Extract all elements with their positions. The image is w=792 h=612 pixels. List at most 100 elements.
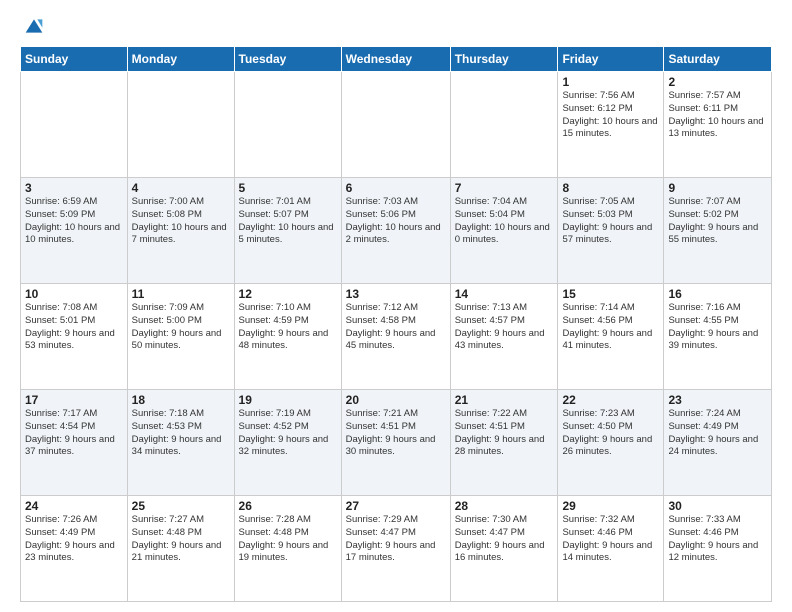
day-cell: 11Sunrise: 7:09 AM Sunset: 5:00 PM Dayli… (127, 284, 234, 390)
day-info: Sunrise: 7:00 AM Sunset: 5:08 PM Dayligh… (132, 196, 230, 247)
day-info: Sunrise: 7:27 AM Sunset: 4:48 PM Dayligh… (132, 514, 230, 565)
day-info: Sunrise: 7:23 AM Sunset: 4:50 PM Dayligh… (562, 408, 659, 459)
week-row-4: 24Sunrise: 7:26 AM Sunset: 4:49 PM Dayli… (21, 496, 772, 602)
day-number: 8 (562, 181, 659, 195)
day-info: Sunrise: 7:12 AM Sunset: 4:58 PM Dayligh… (346, 302, 446, 353)
day-cell: 26Sunrise: 7:28 AM Sunset: 4:48 PM Dayli… (234, 496, 341, 602)
day-number: 6 (346, 181, 446, 195)
week-row-3: 17Sunrise: 7:17 AM Sunset: 4:54 PM Dayli… (21, 390, 772, 496)
day-cell: 28Sunrise: 7:30 AM Sunset: 4:47 PM Dayli… (450, 496, 558, 602)
day-number: 27 (346, 499, 446, 513)
weekday-wednesday: Wednesday (341, 47, 450, 72)
day-info: Sunrise: 7:03 AM Sunset: 5:06 PM Dayligh… (346, 196, 446, 247)
day-cell: 7Sunrise: 7:04 AM Sunset: 5:04 PM Daylig… (450, 178, 558, 284)
day-cell (127, 72, 234, 178)
day-number: 15 (562, 287, 659, 301)
day-cell: 14Sunrise: 7:13 AM Sunset: 4:57 PM Dayli… (450, 284, 558, 390)
day-info: Sunrise: 7:13 AM Sunset: 4:57 PM Dayligh… (455, 302, 554, 353)
day-info: Sunrise: 7:26 AM Sunset: 4:49 PM Dayligh… (25, 514, 123, 565)
day-cell: 17Sunrise: 7:17 AM Sunset: 4:54 PM Dayli… (21, 390, 128, 496)
day-number: 29 (562, 499, 659, 513)
day-number: 14 (455, 287, 554, 301)
day-cell: 12Sunrise: 7:10 AM Sunset: 4:59 PM Dayli… (234, 284, 341, 390)
day-info: Sunrise: 7:14 AM Sunset: 4:56 PM Dayligh… (562, 302, 659, 353)
day-cell: 16Sunrise: 7:16 AM Sunset: 4:55 PM Dayli… (664, 284, 772, 390)
weekday-saturday: Saturday (664, 47, 772, 72)
day-cell: 15Sunrise: 7:14 AM Sunset: 4:56 PM Dayli… (558, 284, 664, 390)
day-cell: 19Sunrise: 7:19 AM Sunset: 4:52 PM Dayli… (234, 390, 341, 496)
day-cell: 18Sunrise: 7:18 AM Sunset: 4:53 PM Dayli… (127, 390, 234, 496)
day-cell: 6Sunrise: 7:03 AM Sunset: 5:06 PM Daylig… (341, 178, 450, 284)
weekday-sunday: Sunday (21, 47, 128, 72)
logo-icon (24, 16, 44, 36)
day-cell: 1Sunrise: 7:56 AM Sunset: 6:12 PM Daylig… (558, 72, 664, 178)
day-number: 28 (455, 499, 554, 513)
day-info: Sunrise: 7:30 AM Sunset: 4:47 PM Dayligh… (455, 514, 554, 565)
day-info: Sunrise: 7:07 AM Sunset: 5:02 PM Dayligh… (668, 196, 767, 247)
day-info: Sunrise: 7:18 AM Sunset: 4:53 PM Dayligh… (132, 408, 230, 459)
day-number: 26 (239, 499, 337, 513)
day-cell: 23Sunrise: 7:24 AM Sunset: 4:49 PM Dayli… (664, 390, 772, 496)
day-info: Sunrise: 7:04 AM Sunset: 5:04 PM Dayligh… (455, 196, 554, 247)
day-cell: 13Sunrise: 7:12 AM Sunset: 4:58 PM Dayli… (341, 284, 450, 390)
day-number: 16 (668, 287, 767, 301)
day-cell (21, 72, 128, 178)
day-number: 30 (668, 499, 767, 513)
day-number: 11 (132, 287, 230, 301)
day-cell: 22Sunrise: 7:23 AM Sunset: 4:50 PM Dayli… (558, 390, 664, 496)
day-cell: 20Sunrise: 7:21 AM Sunset: 4:51 PM Dayli… (341, 390, 450, 496)
weekday-thursday: Thursday (450, 47, 558, 72)
weekday-monday: Monday (127, 47, 234, 72)
day-number: 5 (239, 181, 337, 195)
day-info: Sunrise: 7:10 AM Sunset: 4:59 PM Dayligh… (239, 302, 337, 353)
day-info: Sunrise: 7:21 AM Sunset: 4:51 PM Dayligh… (346, 408, 446, 459)
day-info: Sunrise: 7:09 AM Sunset: 5:00 PM Dayligh… (132, 302, 230, 353)
day-cell: 3Sunrise: 6:59 AM Sunset: 5:09 PM Daylig… (21, 178, 128, 284)
day-number: 18 (132, 393, 230, 407)
day-info: Sunrise: 7:57 AM Sunset: 6:11 PM Dayligh… (668, 90, 767, 141)
day-cell: 9Sunrise: 7:07 AM Sunset: 5:02 PM Daylig… (664, 178, 772, 284)
day-info: Sunrise: 7:05 AM Sunset: 5:03 PM Dayligh… (562, 196, 659, 247)
day-number: 13 (346, 287, 446, 301)
day-cell: 27Sunrise: 7:29 AM Sunset: 4:47 PM Dayli… (341, 496, 450, 602)
day-cell: 30Sunrise: 7:33 AM Sunset: 4:46 PM Dayli… (664, 496, 772, 602)
day-info: Sunrise: 7:01 AM Sunset: 5:07 PM Dayligh… (239, 196, 337, 247)
weekday-friday: Friday (558, 47, 664, 72)
day-number: 20 (346, 393, 446, 407)
day-cell: 5Sunrise: 7:01 AM Sunset: 5:07 PM Daylig… (234, 178, 341, 284)
header (20, 16, 772, 36)
day-number: 21 (455, 393, 554, 407)
week-row-1: 3Sunrise: 6:59 AM Sunset: 5:09 PM Daylig… (21, 178, 772, 284)
day-info: Sunrise: 7:56 AM Sunset: 6:12 PM Dayligh… (562, 90, 659, 141)
day-info: Sunrise: 7:32 AM Sunset: 4:46 PM Dayligh… (562, 514, 659, 565)
day-number: 24 (25, 499, 123, 513)
day-info: Sunrise: 7:19 AM Sunset: 4:52 PM Dayligh… (239, 408, 337, 459)
day-cell (341, 72, 450, 178)
day-number: 9 (668, 181, 767, 195)
day-info: Sunrise: 7:16 AM Sunset: 4:55 PM Dayligh… (668, 302, 767, 353)
day-number: 25 (132, 499, 230, 513)
day-cell: 8Sunrise: 7:05 AM Sunset: 5:03 PM Daylig… (558, 178, 664, 284)
weekday-tuesday: Tuesday (234, 47, 341, 72)
weekday-header-row: SundayMondayTuesdayWednesdayThursdayFrid… (21, 47, 772, 72)
day-number: 10 (25, 287, 123, 301)
day-number: 3 (25, 181, 123, 195)
day-number: 17 (25, 393, 123, 407)
calendar-table: SundayMondayTuesdayWednesdayThursdayFrid… (20, 46, 772, 602)
day-cell: 25Sunrise: 7:27 AM Sunset: 4:48 PM Dayli… (127, 496, 234, 602)
day-info: Sunrise: 7:22 AM Sunset: 4:51 PM Dayligh… (455, 408, 554, 459)
day-number: 23 (668, 393, 767, 407)
day-number: 1 (562, 75, 659, 89)
day-number: 7 (455, 181, 554, 195)
day-info: Sunrise: 7:24 AM Sunset: 4:49 PM Dayligh… (668, 408, 767, 459)
day-number: 2 (668, 75, 767, 89)
week-row-2: 10Sunrise: 7:08 AM Sunset: 5:01 PM Dayli… (21, 284, 772, 390)
day-info: Sunrise: 7:28 AM Sunset: 4:48 PM Dayligh… (239, 514, 337, 565)
page: SundayMondayTuesdayWednesdayThursdayFrid… (0, 0, 792, 612)
logo (20, 16, 44, 36)
day-cell (234, 72, 341, 178)
day-number: 4 (132, 181, 230, 195)
day-number: 19 (239, 393, 337, 407)
day-cell: 2Sunrise: 7:57 AM Sunset: 6:11 PM Daylig… (664, 72, 772, 178)
day-cell: 10Sunrise: 7:08 AM Sunset: 5:01 PM Dayli… (21, 284, 128, 390)
